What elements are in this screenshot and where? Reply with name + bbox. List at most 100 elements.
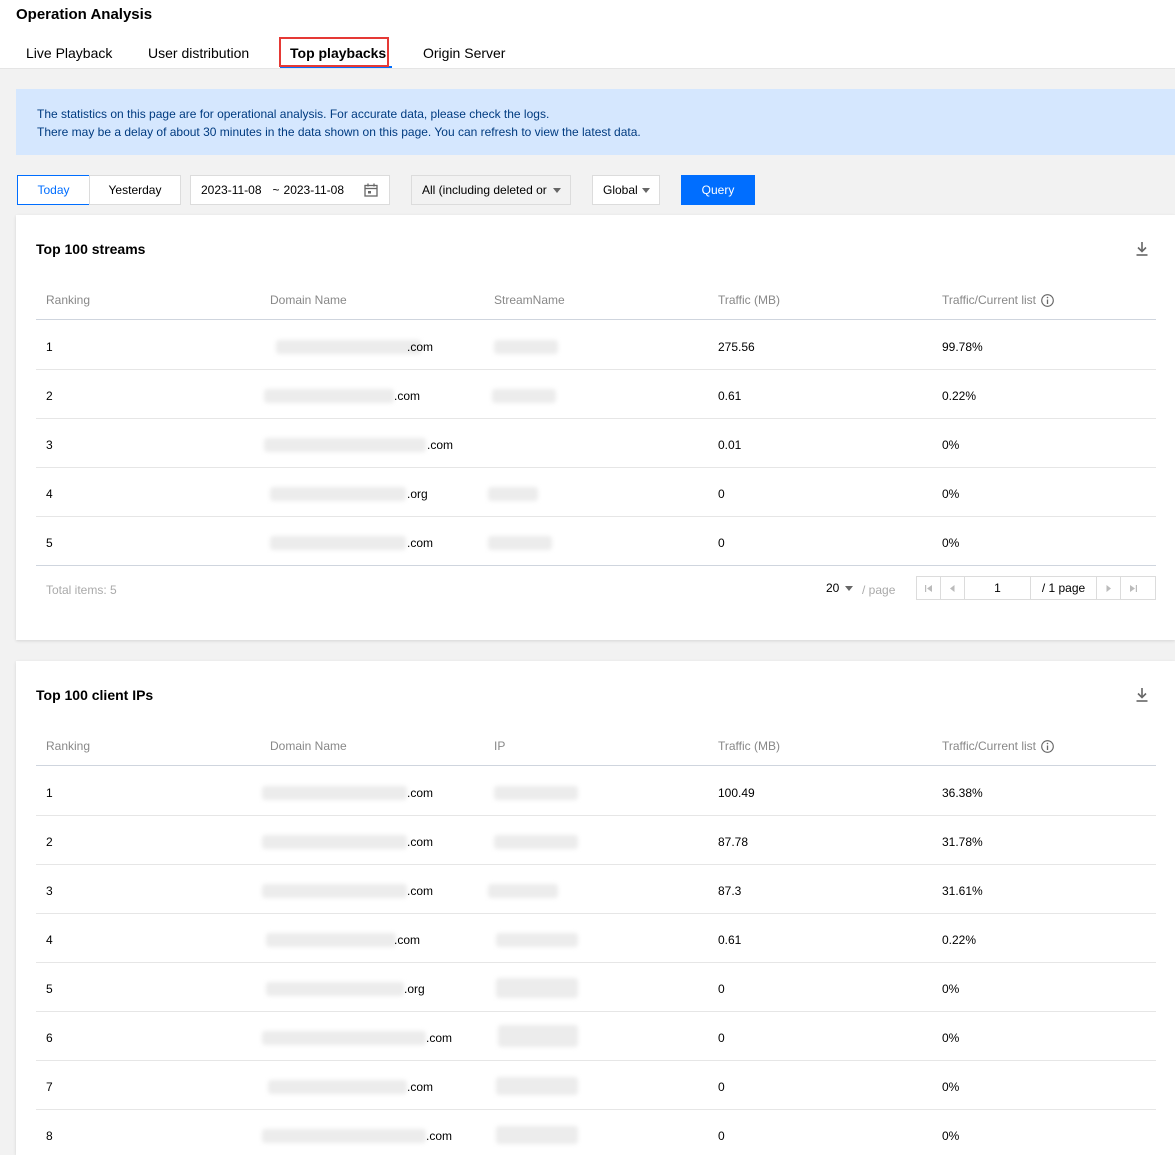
cell-traffic: 0.61: [718, 933, 742, 947]
today-button[interactable]: Today: [17, 175, 90, 205]
date-separator: ~: [272, 183, 280, 197]
cell-rank: 4: [46, 487, 53, 501]
tab-origin-server[interactable]: Origin Server: [423, 45, 505, 61]
redacted-ip: [494, 786, 578, 800]
column-header-domain: Domain Name: [270, 293, 347, 307]
cell-traffic: 0: [718, 1080, 725, 1094]
table-row: 4 .com 0.61 0.22%: [36, 914, 1156, 963]
cell-share: 0%: [942, 1080, 960, 1094]
column-header-ranking: Ranking: [46, 739, 91, 753]
cell-traffic: 0: [718, 487, 725, 501]
download-icon[interactable]: [1136, 242, 1148, 256]
redacted-ip: [496, 978, 578, 998]
highlight-box: [279, 37, 389, 67]
cell-share: 31.78%: [942, 835, 983, 849]
download-icon[interactable]: [1136, 688, 1148, 702]
tab-live-playback[interactable]: Live Playback: [26, 45, 112, 61]
table-row: 2 .com 87.78 31.78%: [36, 816, 1156, 865]
cell-domain: .com: [407, 835, 434, 849]
cell-rank: 5: [46, 982, 53, 996]
redacted-stream: [488, 487, 538, 501]
cell-traffic: 0: [718, 982, 725, 996]
table-row: 8 .com 0 0%: [36, 1110, 1156, 1155]
column-header-share: Traffic/Current list: [942, 293, 1054, 307]
notice-line-1: The statistics on this page are for oper…: [37, 107, 550, 121]
next-page-button[interactable]: [1097, 577, 1121, 599]
redacted-domain: [270, 536, 406, 550]
column-header-ip: IP: [494, 739, 506, 753]
column-header-ranking: Ranking: [46, 293, 91, 307]
table-row: 3 .com 0.01 0%: [36, 419, 1156, 468]
prev-page-icon: [950, 584, 955, 592]
cell-domain: .com: [407, 786, 434, 800]
top-client-ips-card: Top 100 client IPs Ranking Domain Name I…: [16, 661, 1175, 1155]
table-row: 6 .com 0 0%: [36, 1012, 1156, 1061]
table-row: 4 .org 0 0%: [36, 468, 1156, 517]
cell-traffic: 100.49: [718, 786, 755, 800]
column-header-share: Traffic/Current list: [942, 739, 1054, 753]
cell-share: 0.22%: [942, 389, 977, 403]
notice-line-2: There may be a delay of about 30 minutes…: [37, 125, 641, 139]
cell-domain: .com: [407, 536, 434, 550]
cell-rank: 2: [46, 389, 53, 403]
redacted-stream: [494, 340, 558, 354]
pagination: 1 / 1 page: [916, 576, 1156, 600]
page-number-input[interactable]: 1: [965, 577, 1031, 599]
region-select[interactable]: Global: [592, 175, 660, 205]
page-total: / 1 page: [1031, 577, 1097, 599]
cell-share: 0%: [942, 536, 960, 550]
info-icon[interactable]: [1041, 739, 1054, 753]
last-page-icon: [1129, 584, 1137, 592]
cell-share: 0.22%: [942, 933, 977, 947]
cell-rank: 1: [46, 340, 53, 354]
date-end: 2023-11-08: [283, 183, 345, 197]
date-range-picker[interactable]: 2023-11-08 ~ 2023-11-08: [190, 175, 390, 205]
cell-share: 0%: [942, 487, 960, 501]
cell-domain: .com: [427, 438, 454, 452]
table-row: 5 .org 0 0%: [36, 963, 1156, 1012]
column-header-stream: StreamName: [494, 293, 565, 307]
cell-domain: .com: [426, 1129, 453, 1143]
date-start: 2023-11-08: [201, 183, 262, 197]
cell-share: 0%: [942, 1031, 960, 1045]
table-row: 3 .com 87.3 31.61%: [36, 865, 1156, 914]
cell-rank: 4: [46, 933, 53, 947]
redacted-ip: [496, 1126, 578, 1144]
redacted-stream: [492, 389, 556, 403]
info-icon[interactable]: [1041, 293, 1054, 307]
cell-domain: .com: [407, 1080, 434, 1094]
table-row: 5 .com 0 0%: [36, 517, 1156, 566]
table-header: Ranking Domain Name StreamName Traffic (…: [36, 280, 1156, 320]
redacted-domain: [262, 884, 407, 898]
cell-rank: 3: [46, 438, 53, 452]
prev-page-button[interactable]: [941, 577, 965, 599]
domain-filter-select[interactable]: All (including deleted or: [411, 175, 571, 205]
page-size-select[interactable]: 20: [826, 581, 854, 595]
tab-user-distribution[interactable]: User distribution: [148, 45, 249, 61]
query-button[interactable]: Query: [681, 175, 755, 205]
cell-share: 0%: [942, 1129, 960, 1143]
next-page-icon: [1106, 584, 1111, 592]
card-title: Top 100 streams: [36, 241, 146, 257]
cell-share: 31.61%: [942, 884, 983, 898]
first-page-icon: [925, 584, 932, 592]
last-page-button[interactable]: [1121, 577, 1145, 599]
cell-share: 0%: [942, 982, 960, 996]
cell-traffic: 87.78: [718, 835, 749, 849]
cell-rank: 8: [46, 1129, 53, 1143]
table-row: 2 .com 0.61 0.22%: [36, 370, 1156, 419]
yesterday-button[interactable]: Yesterday: [89, 175, 181, 205]
table-row: 7 .com 0 0%: [36, 1061, 1156, 1110]
cell-rank: 6: [46, 1031, 53, 1045]
table-header: Ranking Domain Name IP Traffic (MB) Traf…: [36, 726, 1156, 766]
redacted-domain: [266, 933, 396, 947]
table-row: 1 .com 275.56 99.78%: [36, 321, 1156, 370]
redacted-domain: [264, 438, 426, 452]
column-header-share-label: Traffic/Current list: [942, 293, 1037, 307]
first-page-button[interactable]: [917, 577, 941, 599]
cell-rank: 7: [46, 1080, 53, 1094]
cell-share: 0%: [942, 438, 960, 452]
redacted-domain: [268, 1080, 407, 1094]
redacted-domain: [266, 982, 404, 996]
top-streams-card: Top 100 streams Ranking Domain Name Stre…: [16, 215, 1175, 640]
